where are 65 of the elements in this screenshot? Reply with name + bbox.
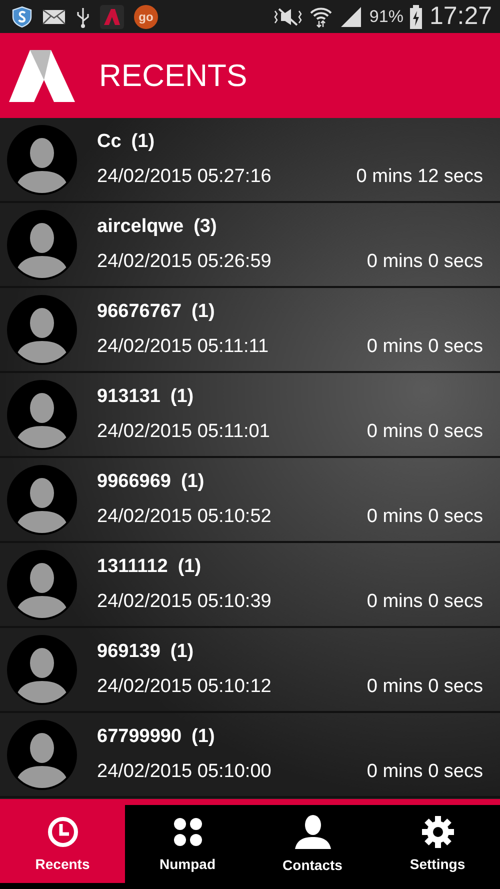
shield-icon [12,6,32,28]
avatar-icon [7,550,77,620]
call-duration: 0 mins 0 secs [366,251,483,273]
call-log-row[interactable]: 913131 (1) 24/02/2015 05:11:01 0 mins 0 secs [0,373,500,458]
call-duration: 0 mins 0 secs [366,506,483,528]
call-datetime: 24/02/2015 05:10:12 [97,676,272,698]
call-count: (1) [131,131,155,153]
contact-name: 1311112 [97,556,168,578]
dots-grid-icon [172,816,204,848]
usb-icon [76,6,90,28]
call-count: (1) [192,301,215,323]
call-count: (1) [180,471,204,493]
contact-name: 67799990 [97,726,182,748]
call-datetime: 24/02/2015 05:10:52 [97,506,272,528]
avatar-icon [7,210,77,280]
avatar-icon [7,380,77,450]
avatar-icon [7,124,77,194]
avatar-icon [7,720,77,790]
call-count: (1) [192,726,215,748]
clock-icon [46,816,78,848]
screen-title: RECENTS [99,58,248,94]
call-log-row[interactable]: 969139 (1) 24/02/2015 05:10:12 0 mins 0 secs [0,628,500,713]
call-count: (1) [170,386,194,408]
app-logo-icon [100,4,124,28]
go-app-icon: go [134,4,158,28]
call-log-row[interactable]: 96676767 (1) 24/02/2015 05:11:11 0 mins 0 secs [0,288,500,373]
contact-name: 913131 [97,386,160,408]
call-datetime: 24/02/2015 05:27:16 [97,166,272,188]
avatar-icon [7,294,77,364]
mute-icon [273,6,304,26]
contact-name: Cc [97,131,122,153]
contact-name: 969139 [97,641,160,663]
call-count: (3) [194,216,217,238]
call-datetime: 24/02/2015 05:10:39 [97,591,272,613]
avatar-icon [7,634,77,704]
call-count: (1) [178,556,202,578]
call-log-row[interactable]: 67799990 (1) 24/02/2015 05:10:00 0 mins 0 secs [0,713,500,798]
call-log-row[interactable]: 1311112 (1) 24/02/2015 05:10:39 0 mins 0 secs [0,543,500,628]
contact-name: 9966969 [97,471,171,493]
signal-icon [339,6,364,28]
call-duration: 0 mins 0 secs [366,336,483,358]
call-duration: 0 mins 0 secs [366,761,483,783]
person-icon [294,815,330,849]
clock-time: 17:27 [429,2,492,31]
call-datetime: 24/02/2015 05:10:00 [97,761,272,783]
call-log-row[interactable]: 9966969 (1) 24/02/2015 05:10:52 0 mins 0 secs [0,458,500,543]
call-datetime: 24/02/2015 05:11:11 [97,336,269,358]
call-log-row[interactable]: aircelqwe (3) 24/02/2015 05:26:59 0 mins 0 secs [0,203,500,288]
battery-percent: 91% [369,6,404,26]
avatar-icon [7,464,77,534]
call-duration: 0 mins 0 secs [366,591,483,613]
call-datetime: 24/02/2015 05:26:59 [97,251,272,273]
call-duration: 0 mins 0 secs [366,421,483,443]
contact-name: aircelqwe [97,216,184,238]
mail-icon [42,8,66,24]
call-log-row[interactable]: Cc (1) 24/02/2015 05:27:16 0 mins 12 secs [0,118,500,203]
call-duration: 0 mins 12 secs [356,166,483,188]
nav-tab[interactable]: Recents [0,805,125,883]
call-count: (1) [170,641,194,663]
contact-name: 96676767 [97,301,182,323]
call-datetime: 24/02/2015 05:11:01 [97,421,270,443]
app-logo [9,50,75,102]
battery-icon [409,4,424,28]
call-duration: 0 mins 0 secs [366,676,483,698]
settings-icon [422,816,454,848]
